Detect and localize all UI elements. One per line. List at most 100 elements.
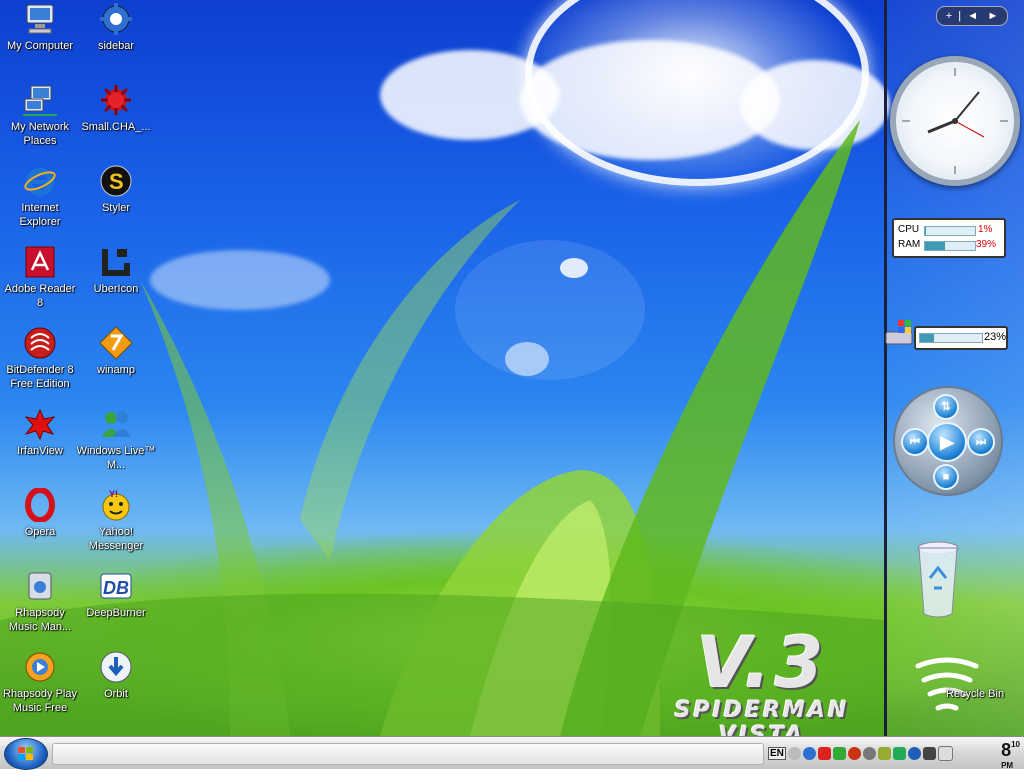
network-icon [23, 83, 57, 117]
orbit-icon [99, 650, 133, 684]
desktop-icon-adobe-reader[interactable]: Adobe Reader 8 [0, 245, 80, 310]
desktop-icon-winamp[interactable]: winamp [76, 326, 156, 377]
monitor-tray-icon[interactable] [922, 746, 936, 760]
desktop-icon-ubericon[interactable]: UberIcon [76, 245, 156, 296]
update-tray-icon[interactable] [892, 746, 906, 760]
desktop-icon-internet-explorer[interactable]: Internet Explorer [0, 164, 80, 229]
clock-minute: 10 [1011, 740, 1020, 749]
bitdefender-icon [23, 326, 57, 360]
svg-text:Y!: Y! [109, 489, 118, 499]
icon-label: Adobe Reader 8 [4, 283, 76, 309]
messenger-tray-icon[interactable] [877, 746, 891, 760]
brand-title: SPIDERMAN VISTA [674, 698, 850, 736]
icon-label: UberIcon [93, 283, 139, 295]
clock-hour: 8 [1001, 740, 1012, 760]
icon-label: My Computer [6, 40, 74, 52]
desktop-icon-rhapsody-play[interactable]: Rhapsody Play Music Free [0, 650, 80, 715]
calendar-tray-icon[interactable] [937, 745, 953, 761]
recycle-bin-icon [915, 540, 961, 620]
clock-ampm: PM [1001, 761, 1014, 770]
ram-bar [924, 241, 976, 251]
desktop-icon-my-computer[interactable]: My Computer [0, 2, 80, 53]
system-tray: EN [762, 737, 1024, 769]
icon-label: sidebar [97, 40, 135, 52]
drive-bar-fill [920, 334, 935, 342]
desktop-icon-opera[interactable]: Opera [0, 487, 80, 539]
icon-label: Rhapsody Music Man... [8, 607, 72, 633]
adobe-reader-icon [23, 245, 57, 279]
desktop-icon-recycle-bin-bin[interactable] [900, 540, 976, 623]
next-track-button[interactable]: ⏭ [967, 428, 995, 456]
stop-button[interactable]: ■ [933, 464, 959, 490]
icon-label: Rhapsody Play Music Free [3, 688, 77, 714]
ram-label: RAM [898, 239, 921, 250]
language-indicator[interactable]: EN [768, 746, 786, 760]
play-button[interactable]: ▶ [927, 422, 967, 462]
brand-version: V.3 [696, 622, 828, 704]
icon-label: My Network Places [10, 121, 70, 147]
wifi-logo [912, 648, 982, 722]
messenger-icon [99, 407, 133, 441]
cpu-value: 1% [978, 224, 993, 235]
icon-label: Internet Explorer [19, 202, 61, 228]
desktop-icon-windows-live-messenger[interactable]: Windows Live™ M... [76, 407, 156, 472]
volume-icon[interactable] [787, 746, 801, 760]
deepburner-icon: DB [99, 569, 133, 603]
drive-value: 23% [984, 331, 1007, 343]
virus-icon [99, 83, 133, 117]
shuffle-button[interactable]: ⇅ [933, 394, 959, 420]
icon-label: Orbit [104, 688, 128, 700]
taskbar: EN 810 PM [0, 736, 1024, 770]
windows-logo-icon [18, 747, 33, 760]
sidebar-nav: + | ◄ ► [936, 6, 1008, 26]
cpu-label: CPU [898, 224, 920, 235]
desktop-icon-small-cha[interactable]: Small.CHA_... [76, 83, 156, 134]
shield-icon[interactable] [817, 746, 831, 760]
styler-icon: S [99, 164, 133, 198]
desktop-icon-bitdefender[interactable]: BitDefender 8 Free Edition [0, 326, 80, 391]
desktop-icon-my-network-places[interactable]: My Network Places [0, 83, 80, 148]
desktop-icon-irfanview[interactable]: IrfanView [0, 407, 80, 458]
task-area[interactable] [52, 743, 764, 765]
desktop-icon-sidebar[interactable]: sidebar [76, 2, 156, 53]
bitdefender-tray-icon[interactable] [847, 746, 861, 760]
brand-logo: V.3 SPIDERMAN VISTA [632, 622, 892, 736]
network-tray-icon[interactable] [832, 746, 846, 760]
icon-label: Small.CHA_... [81, 121, 151, 133]
ram-bar-fill [925, 242, 945, 250]
yahoo-icon: Y! [99, 488, 133, 522]
desktop-background: V.3 SPIDERMAN VISTA My Computer sidebar … [0, 0, 1024, 736]
webcam-icon[interactable] [862, 746, 876, 760]
orbit-tray-icon[interactable] [907, 746, 921, 760]
drive-bar [919, 333, 983, 343]
previous-track-button[interactable]: ⏮ [901, 428, 929, 456]
system-meter-gadget[interactable]: CPU 1% RAM 39% [892, 218, 1006, 258]
desktop-icon-orbit[interactable]: Orbit [76, 650, 156, 701]
recycle-bin-label: Recycle Bin [946, 688, 1005, 700]
drive-meter-gadget[interactable]: 23% [914, 326, 1008, 350]
clock-gadget[interactable] [890, 56, 1020, 186]
icon-label: IrfanView [17, 445, 63, 457]
start-button[interactable] [4, 738, 48, 770]
ram-value: 39% [976, 239, 997, 250]
hour-hand [927, 119, 956, 134]
icon-label: winamp [97, 364, 135, 376]
desktop-icon-styler[interactable]: S Styler [76, 164, 156, 215]
next-gadget-button[interactable]: ► [987, 10, 998, 22]
svg-text:S: S [109, 169, 124, 194]
icon-label: BitDefender 8 Free Edition [6, 364, 74, 390]
rhapsody-play-icon [23, 650, 57, 684]
desktop-icon-deepburner[interactable]: DB DeepBurner [76, 569, 156, 620]
gear-tray-icon[interactable] [802, 746, 816, 760]
add-gadget-button[interactable]: + [946, 10, 952, 22]
opera-icon [23, 487, 57, 523]
prev-gadget-button[interactable]: ◄ [967, 10, 978, 22]
taskbar-clock[interactable]: 810 PM [1001, 740, 1020, 782]
svg-text:DB: DB [103, 578, 129, 598]
desktop-icon-rhapsody-music-manager[interactable]: Rhapsody Music Man... [0, 569, 80, 634]
icon-label: DeepBurner [86, 607, 146, 619]
desktop-icon-yahoo-messenger[interactable]: Y! Yahoo! Messenger [76, 488, 156, 553]
minute-hand [954, 91, 980, 122]
media-player-gadget: ⇅ ⏮ ▶ ⏭ ■ [893, 386, 1003, 496]
rhapsody-icon [23, 569, 57, 603]
